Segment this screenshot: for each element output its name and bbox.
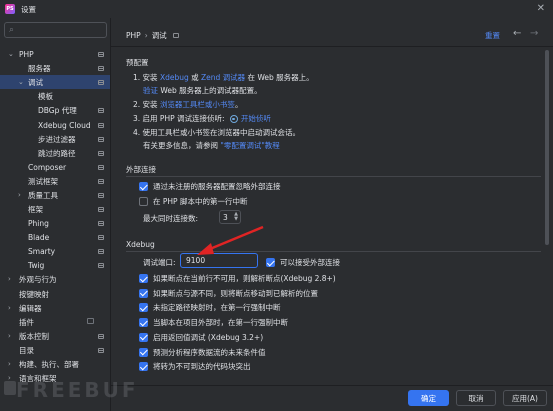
apply-button[interactable]: 应用(A) [503, 390, 547, 406]
ok-button[interactable]: 确定 [408, 390, 449, 406]
watermark: FREEBUF [16, 378, 139, 402]
annotation-arrowhead [197, 243, 214, 255]
annotation-arrow-line [204, 225, 264, 253]
cancel-button[interactable]: 取消 [456, 390, 496, 406]
watermark-logo [4, 381, 16, 395]
content-scrollbar[interactable] [545, 50, 549, 245]
annotation-arrow [197, 225, 264, 255]
